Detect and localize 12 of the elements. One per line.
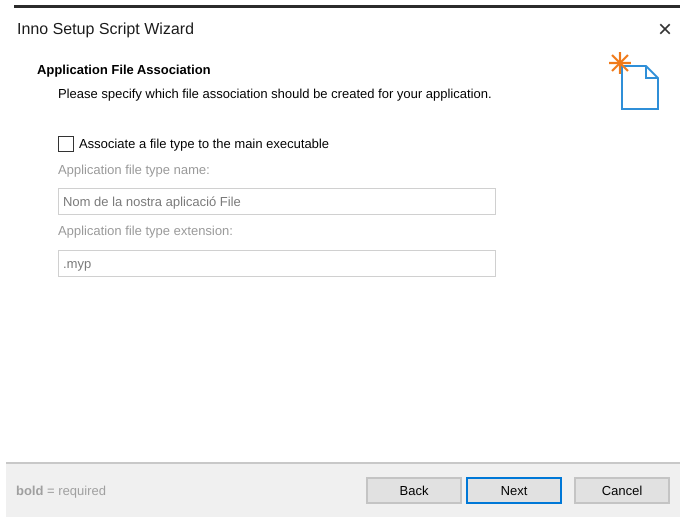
field-label: Application file type extension: xyxy=(58,222,234,240)
close-button[interactable]: × xyxy=(654,18,676,42)
page-title: Application File Association xyxy=(37,61,212,79)
dialog-button[interactable]: Back xyxy=(366,477,462,504)
page-subtitle: Please specify which file association should be created for your application. xyxy=(57,84,492,103)
checkbox-label: Associate a file type to the main executable xyxy=(79,135,330,153)
dialog-button[interactable]: Next xyxy=(466,477,562,504)
checkbox[interactable] xyxy=(58,136,74,152)
required-note: bold = required xyxy=(16,482,106,500)
window-title: Inno Setup Script Wizard xyxy=(17,20,194,40)
field-label: Application file type name: xyxy=(58,160,211,179)
dialog-button[interactable]: Cancel xyxy=(574,477,670,504)
